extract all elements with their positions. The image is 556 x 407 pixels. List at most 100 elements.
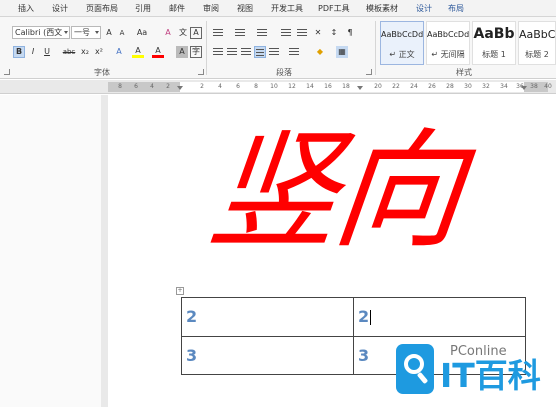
distributed-icon[interactable] <box>268 46 280 58</box>
cell-text: 2 <box>186 307 198 327</box>
style-name: ↵ 无间隔 <box>431 50 465 59</box>
tab-mailings[interactable]: 邮件 <box>169 3 185 14</box>
bold-button[interactable]: B <box>13 46 25 58</box>
clear-format-button[interactable]: A <box>162 27 174 39</box>
ruler-tick: 34 <box>500 83 508 90</box>
align-right-icon[interactable] <box>240 46 252 58</box>
style-sample: AaBb <box>473 26 515 42</box>
tab-table-layout[interactable]: 布局 <box>448 3 464 14</box>
document-heading[interactable]: 竖向 <box>201 112 509 282</box>
style-sample: AaBbCcDd <box>427 30 469 39</box>
char-shading-button[interactable]: A <box>176 46 188 58</box>
align-center-icon[interactable] <box>226 46 238 58</box>
tab-view[interactable]: 视图 <box>237 3 253 14</box>
group-divider <box>206 21 207 75</box>
multilevel-list-icon[interactable] <box>256 27 268 39</box>
decrease-indent-icon[interactable] <box>280 27 292 39</box>
table-cell[interactable]: 2 <box>181 297 354 337</box>
underline-button[interactable]: U <box>41 46 53 58</box>
enclose-char-icon[interactable]: 字 <box>190 46 202 58</box>
tab-template[interactable]: 模板素材 <box>366 3 398 14</box>
subscript-button[interactable]: x₂ <box>79 46 91 58</box>
ruler-tick: 6 <box>236 83 240 90</box>
table-move-handle[interactable]: + <box>176 287 184 295</box>
lens-shape <box>404 354 424 374</box>
tab-review[interactable]: 审阅 <box>203 3 219 14</box>
tab-developer[interactable]: 开发工具 <box>271 3 303 14</box>
style-normal[interactable]: AaBbCcDd ↵ 正文 <box>380 21 424 65</box>
tab-pdf-tools[interactable]: PDF工具 <box>318 3 350 14</box>
chevron-down-icon <box>64 31 68 34</box>
right-indent-marker[interactable] <box>521 86 527 90</box>
ruler-tick: 8 <box>254 83 258 90</box>
char-border-button[interactable]: A <box>190 27 202 39</box>
ruler-tick: 18 <box>342 83 350 90</box>
ruler-tick: 8 <box>118 83 122 90</box>
grow-font-button[interactable]: A <box>103 27 115 39</box>
vertical-ruler[interactable] <box>101 95 108 407</box>
table-cell[interactable]: 3 <box>181 335 354 375</box>
shading-icon[interactable]: ◆ <box>314 46 326 58</box>
paragraph-group-label: 段落 <box>276 68 292 77</box>
tab-table-design[interactable]: 设计 <box>416 3 432 14</box>
horizontal-ruler[interactable]: 8 6 4 2 2 4 6 8 10 12 14 16 18 20 22 24 … <box>0 80 556 94</box>
borders-icon[interactable]: ▦ <box>336 46 348 58</box>
phonetic-guide-button[interactable]: 文 <box>177 27 189 39</box>
show-marks-icon[interactable]: ¶ <box>344 27 356 39</box>
font-name-combo[interactable]: Calibri (西文 <box>12 26 70 39</box>
style-name: 标题 2 <box>525 50 549 59</box>
paragraph-dialog-launcher[interactable] <box>366 69 372 75</box>
tab-design[interactable]: 设计 <box>52 3 68 14</box>
search-logo-icon <box>396 344 434 394</box>
superscript-button[interactable]: x² <box>93 46 105 58</box>
style-sample: AaBbC <box>519 28 555 41</box>
shrink-font-button[interactable]: A <box>116 27 128 39</box>
line-spacing-icon[interactable] <box>288 46 300 58</box>
style-name: 标题 1 <box>482 50 506 59</box>
numbering-icon[interactable] <box>234 27 246 39</box>
ruler-tick: 28 <box>446 83 454 90</box>
style-no-spacing[interactable]: AaBbCcDd ↵ 无间隔 <box>426 21 470 65</box>
strikethrough-button[interactable]: abc <box>61 46 77 58</box>
style-heading-1[interactable]: AaBb 标题 1 <box>472 21 516 65</box>
font-size-value: 一号 <box>74 28 90 37</box>
ribbon-tab-bar: 插入 设计 页面布局 引用 邮件 审阅 视图 开发工具 PDF工具 模板素材 设… <box>0 0 556 17</box>
styles-group-label: 样式 <box>456 68 472 77</box>
highlight-button[interactable]: A <box>132 46 144 58</box>
bullets-icon[interactable] <box>212 27 224 39</box>
ruler-tick: 22 <box>392 83 400 90</box>
clipboard-dialog-launcher[interactable] <box>4 69 10 75</box>
sort-icon[interactable]: ↕ <box>328 27 340 39</box>
justify-icon[interactable] <box>254 46 266 58</box>
table-row: 2 2 <box>181 297 526 337</box>
ruler-tick: 32 <box>482 83 490 90</box>
change-case-button[interactable]: Aa <box>134 27 150 39</box>
font-color-button[interactable]: A <box>152 46 164 58</box>
ruler-tick: 20 <box>374 83 382 90</box>
column-marker[interactable] <box>357 86 363 90</box>
left-indent-marker[interactable] <box>177 86 183 90</box>
tab-insert[interactable]: 插入 <box>18 3 34 14</box>
tab-page-layout[interactable]: 页面布局 <box>86 3 118 14</box>
ruler-tick: 30 <box>464 83 472 90</box>
style-sample: AaBbCcDd <box>381 30 423 39</box>
ruler-tick: 14 <box>306 83 314 90</box>
cell-text: 3 <box>358 345 370 365</box>
align-left-icon[interactable] <box>212 46 224 58</box>
font-dialog-launcher[interactable] <box>198 69 204 75</box>
chinese-layout-icon[interactable]: ✕ <box>312 27 324 39</box>
ruler-tick: 2 <box>200 83 204 90</box>
navigation-margin <box>0 95 108 407</box>
increase-indent-icon[interactable] <box>296 27 308 39</box>
font-size-combo[interactable]: 一号 <box>71 26 101 39</box>
style-name: ↵ 正文 <box>389 50 415 59</box>
tab-references[interactable]: 引用 <box>135 3 151 14</box>
italic-button[interactable]: I <box>27 46 39 58</box>
text-effects-button[interactable]: A <box>113 46 125 58</box>
ruler-tick: 12 <box>288 83 296 90</box>
cell-text: 2 <box>358 307 370 327</box>
ruler-tick: 4 <box>218 83 222 90</box>
style-heading-2[interactable]: AaBbC 标题 2 <box>518 21 556 65</box>
table-cell[interactable]: 2 <box>353 297 526 337</box>
text-cursor <box>370 310 372 326</box>
